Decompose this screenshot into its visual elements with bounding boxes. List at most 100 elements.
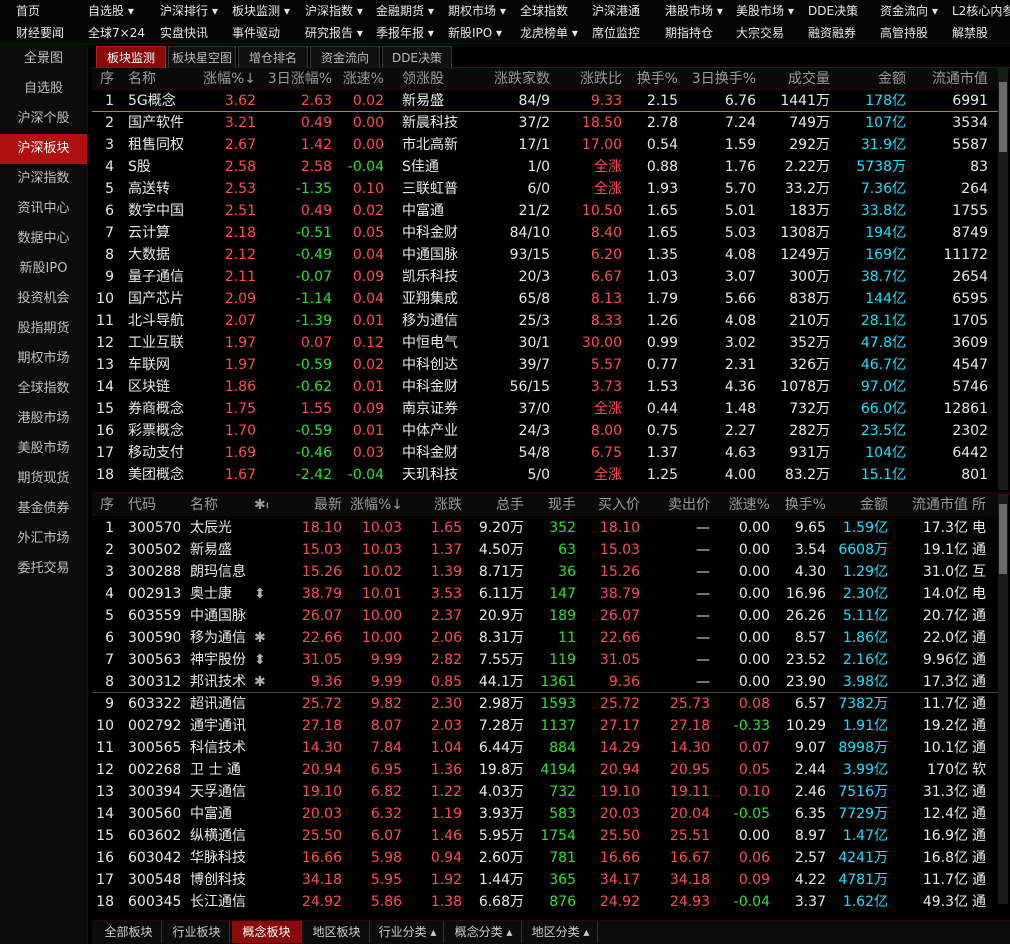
column-header[interactable]: 涨速% [336, 68, 384, 90]
nav-item[interactable]: 解禁股 [952, 22, 988, 44]
table-row[interactable]: 2 国产软件 3.21 0.49 0.00 新晨科技 37/2 18.50 2.78 7.24 74… [92, 112, 998, 134]
column-header[interactable]: 金额 [830, 494, 888, 516]
nav-item[interactable]: 金融期货 ▾ [376, 0, 434, 22]
tab-item[interactable]: 增仓排名 [238, 46, 308, 68]
table-row[interactable]: 11 北斗导航 2.07 -1.39 0.01 移为通信 25/3 8.33 1.26 4.08 2… [92, 310, 998, 332]
column-header[interactable]: 成交量 [758, 68, 830, 90]
table-row[interactable]: 4 002913 奥士康 ⬍ 38.79 10.01 3.53 6.11万 147 38.79 — 0… [92, 583, 998, 605]
sidebar-item[interactable]: 期权市场 [0, 344, 87, 374]
table-row[interactable]: 13 300394 天孚通信 19.10 6.82 1.22 4.03万 732 19.10 19… [92, 781, 998, 803]
table-row[interactable]: 10 002792 通宇通讯 27.18 8.07 2.03 7.28万 1137 27.17 2… [92, 715, 998, 737]
table-row[interactable]: 5 高送转 2.53 -1.35 0.10 三联虹普 6/0 全涨 1.93 5.70 33.2万 7… [92, 178, 998, 200]
table-row[interactable]: 17 移动支付 1.69 -0.46 0.03 中科金财 54/8 6.75 1.37 4.63 9… [92, 442, 998, 464]
bottom-tab[interactable]: 地区板块 [304, 921, 370, 943]
table-row[interactable]: 9 量子通信 2.11 -0.07 0.09 凯乐科技 20/3 6.67 1.03 3.07 30… [92, 266, 998, 288]
column-header[interactable]: 流通市值 [894, 494, 968, 516]
sidebar-item[interactable]: 沪深指数 [0, 164, 87, 194]
column-header[interactable]: 涨跌家数 [476, 68, 550, 90]
column-header[interactable]: 名称 [128, 68, 200, 90]
column-header[interactable]: 换手% [774, 494, 826, 516]
nav-item[interactable]: 沪深排行 ▾ [160, 0, 218, 22]
table-row[interactable]: 8 大数据 2.12 -0.49 0.04 中通国脉 93/15 6.20 1.35 4.08 12… [92, 244, 998, 266]
column-header[interactable]: 流通市值 [908, 68, 988, 90]
nav-item[interactable]: 大宗交易 [736, 22, 784, 44]
sidebar-item[interactable]: 股指期货 [0, 314, 87, 344]
nav-item[interactable]: 资金流向 ▾ [880, 0, 938, 22]
nav-item[interactable]: 研究报告 ▾ [305, 22, 363, 44]
table-row[interactable]: 15 603602 纵横通信 25.50 6.07 1.46 5.95万 1754 25.50 2… [92, 825, 998, 847]
sidebar-item[interactable]: 投资机会 [0, 284, 87, 314]
column-header[interactable]: 名称 [190, 494, 254, 516]
column-header[interactable]: 领涨股 [402, 68, 478, 90]
table-row[interactable]: 14 区块链 1.86 -0.62 0.01 中科金财 56/15 3.73 1.53 4.36 1… [92, 376, 998, 398]
sidebar-item[interactable]: 基金债券 [0, 494, 87, 524]
tab-item[interactable]: 板块星空图 [168, 46, 236, 68]
table-row[interactable]: 3 租售同权 2.67 1.42 0.00 市北高新 17/1 17.00 0.54 1.59 29… [92, 134, 998, 156]
table-row[interactable]: 6 数字中国 2.51 0.49 0.02 中富通 21/2 10.50 1.65 5.01 183… [92, 200, 998, 222]
table-row[interactable]: 2 300502 新易盛 15.03 10.03 1.37 4.50万 63 15.03 — 0.0… [92, 539, 998, 561]
table-row[interactable]: 5 603559 中通国脉 26.07 10.00 2.37 20.9万 189 26.07 — 0… [92, 605, 998, 627]
bottom-tab[interactable]: 行业分类 ▴ [372, 921, 444, 943]
nav-item[interactable]: DDE决策 [808, 0, 858, 22]
tab-item[interactable]: DDE决策 [382, 46, 452, 68]
nav-item[interactable]: 实盘快讯 [160, 22, 208, 44]
nav-item[interactable]: 高管持股 [880, 22, 928, 44]
tab-item[interactable]: 板块监测 [96, 46, 166, 68]
table-row[interactable]: 12 工业互联 1.97 0.07 0.12 中恒电气 30/1 30.00 0.99 3.02 3… [92, 332, 998, 354]
table-row[interactable]: 13 车联网 1.97 -0.59 0.02 中科创达 39/7 5.57 0.77 2.31 32… [92, 354, 998, 376]
nav-item[interactable]: 季报年报 ▾ [376, 22, 434, 44]
sidebar-item[interactable]: 外汇市场 [0, 524, 87, 554]
table-row[interactable]: 6 300590 移为通信 ✱ 22.66 10.00 2.06 8.31万 11 22.66 — 0… [92, 627, 998, 649]
column-header[interactable]: 序 [92, 494, 114, 516]
stock-scrollbar[interactable] [998, 494, 1008, 904]
table-row[interactable]: 14 300560 中富通 20.03 6.32 1.19 3.93万 583 20.03 20.… [92, 803, 998, 825]
column-header[interactable]: 现手 [530, 494, 576, 516]
nav-item[interactable]: 沪深指数 ▾ [305, 0, 363, 22]
column-header[interactable]: 涨幅%↓ [350, 494, 402, 516]
column-header[interactable]: 3日涨幅% [262, 68, 332, 90]
sidebar-item[interactable]: 新股IPO [0, 254, 87, 284]
column-header[interactable]: 涨幅%↓ [200, 68, 256, 90]
bottom-tab[interactable]: 地区分类 ▴ [524, 921, 598, 943]
column-header[interactable]: 换手% [624, 68, 678, 90]
sidebar-item[interactable]: 全球指数 [0, 374, 87, 404]
stock-scroll-thumb[interactable] [999, 504, 1007, 574]
nav-item[interactable]: 期指持仓 [665, 22, 713, 44]
nav-item[interactable]: 龙虎榜单 ▾ [520, 22, 578, 44]
table-row[interactable]: 18 600345 长江通信 24.92 5.86 1.38 6.68万 876 24.92 24… [92, 891, 998, 913]
table-row[interactable]: 7 云计算 2.18 -0.51 0.05 中科金财 84/10 8.40 1.65 5.03 13… [92, 222, 998, 244]
column-header[interactable]: 总手 [468, 494, 524, 516]
table-row[interactable]: 10 国产芯片 2.09 -1.14 0.04 亚翔集成 65/8 8.13 1.79 5.66 8… [92, 288, 998, 310]
tab-item[interactable]: 资金流向 [310, 46, 380, 68]
sector-scroll-thumb[interactable] [999, 82, 1007, 152]
table-row[interactable]: 9 603322 超讯通信 25.72 9.82 2.30 2.98万 1593 25.72 25… [92, 693, 998, 715]
sidebar-item[interactable]: 沪深个股 [0, 104, 87, 134]
column-header[interactable]: 买入价 [584, 494, 640, 516]
column-header[interactable]: ✱● [254, 494, 268, 516]
column-header[interactable]: 涨跌 [408, 494, 462, 516]
table-row[interactable]: 7 300563 神宇股份 ⬍ 31.05 9.99 2.82 7.55万 119 31.05 — 0… [92, 649, 998, 671]
table-row[interactable]: 4 S股 2.58 2.58 -0.04 S佳通 1/0 全涨 0.88 1.76 2.22万 573… [92, 156, 998, 178]
column-header[interactable]: 金额 [832, 68, 906, 90]
column-header[interactable]: 序 [92, 68, 114, 90]
column-header[interactable]: 最新 [288, 494, 342, 516]
table-row[interactable]: 12 002268 卫 士 通 20.94 6.95 1.36 19.8万 4194 20.94… [92, 759, 998, 781]
nav-item[interactable]: 沪深港通 [592, 0, 640, 22]
sidebar-item[interactable]: 委托交易 [0, 554, 87, 584]
sidebar-item[interactable]: 资讯中心 [0, 194, 87, 224]
table-row[interactable]: 16 彩票概念 1.70 -0.59 0.01 中体产业 24/3 8.00 0.75 2.27 2… [92, 420, 998, 442]
table-row[interactable]: 1 300570 太辰光 18.10 10.03 1.65 9.20万 352 18.10 — 0.… [92, 517, 998, 539]
nav-item[interactable]: 新股IPO ▾ [448, 22, 502, 44]
bottom-tab[interactable]: 概念分类 ▴ [446, 921, 522, 943]
sidebar-item[interactable]: 美股市场 [0, 434, 87, 464]
sidebar-item[interactable]: 沪深板块 [0, 134, 87, 164]
nav-item[interactable]: 融资融券 [808, 22, 856, 44]
table-row[interactable]: 16 603042 华脉科技 16.66 5.98 0.94 2.60万 781 16.66 16… [92, 847, 998, 869]
nav-item[interactable]: 板块监测 ▾ [232, 0, 290, 22]
column-header[interactable]: 涨速% [714, 494, 770, 516]
sidebar-item[interactable]: 自选股 [0, 74, 87, 104]
table-row[interactable]: 18 美团概念 1.67 -2.42 -0.04 天玑科技 5/0 全涨 1.25 4.00 83.… [92, 464, 998, 486]
bottom-tab[interactable]: 全部板块 [96, 921, 162, 943]
nav-item[interactable]: L2核心内参 [952, 0, 1010, 22]
bottom-tab[interactable]: 行业板块 [164, 921, 230, 943]
